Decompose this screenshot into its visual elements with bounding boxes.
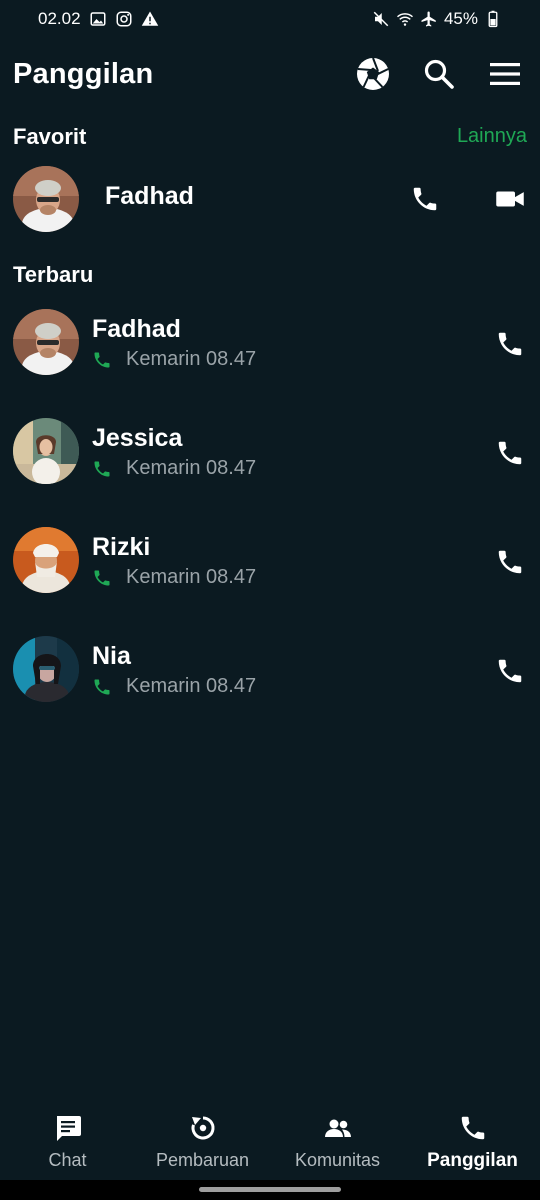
wifi-icon	[396, 10, 414, 28]
call-time: Kemarin 08.47	[126, 566, 257, 588]
communities-icon	[322, 1112, 354, 1144]
page-title: Panggilan	[13, 57, 154, 90]
menu-button[interactable]	[483, 52, 527, 96]
voice-call-button[interactable]	[403, 177, 447, 221]
phone-icon	[413, 187, 437, 211]
outgoing-call-icon	[92, 677, 112, 697]
voice-call-button[interactable]	[488, 649, 532, 693]
nav-label: Komunitas	[294, 1150, 381, 1170]
phone-icon	[498, 441, 522, 465]
phone-icon	[498, 550, 522, 574]
contact-name: Fadhad	[105, 182, 194, 210]
phone-icon	[498, 332, 522, 356]
recent-header: Terbaru	[13, 262, 94, 287]
avatar[interactable]	[13, 309, 79, 375]
call-time: Kemarin 08.47	[126, 348, 257, 370]
favorites-more-link[interactable]: Lainnya	[457, 125, 527, 148]
contact-name: Fadhad	[92, 315, 181, 343]
search-button[interactable]	[417, 52, 461, 96]
contact-name: Rizki	[92, 533, 151, 561]
mute-icon	[372, 10, 390, 28]
calls-icon	[457, 1112, 489, 1144]
nav-label: Panggilan	[427, 1150, 518, 1171]
favorite-item[interactable]: Fadhad	[0, 154, 540, 244]
voice-call-button[interactable]	[488, 540, 532, 584]
call-info: Kemarin 08.47	[92, 348, 256, 371]
chat-icon	[52, 1112, 84, 1144]
avatar[interactable]	[13, 418, 79, 484]
video-call-button[interactable]	[488, 177, 532, 221]
home-gesture-bar[interactable]	[199, 1187, 341, 1192]
search-icon	[424, 59, 454, 89]
outgoing-call-icon	[92, 350, 112, 370]
menu-icon	[490, 63, 520, 85]
avatar[interactable]	[13, 166, 79, 232]
outgoing-call-icon	[92, 568, 112, 588]
warning-notification-icon	[141, 10, 159, 28]
avatar[interactable]	[13, 636, 79, 702]
contact-name: Jessica	[92, 424, 183, 452]
call-time: Kemarin 08.47	[126, 457, 257, 479]
nav-calls[interactable]: Panggilan	[405, 1100, 540, 1184]
gallery-notification-icon	[89, 10, 107, 28]
camera-button[interactable]	[351, 52, 395, 96]
nav-chat[interactable]: Chat	[0, 1100, 135, 1184]
battery-percentage: 45%	[443, 9, 478, 28]
bottom-navigation: Chat Pembaruan Komunitas Panggilan	[0, 1100, 540, 1184]
call-info: Kemarin 08.47	[92, 675, 256, 698]
recent-call-item[interactable]: Nia Kemarin 08.47	[0, 626, 540, 716]
avatar[interactable]	[13, 527, 79, 593]
call-info: Kemarin 08.47	[92, 457, 256, 480]
updates-icon	[187, 1112, 219, 1144]
contact-name: Nia	[92, 642, 131, 670]
nav-communities[interactable]: Komunitas	[270, 1100, 405, 1184]
status-bar: 02.02 45%	[0, 0, 540, 38]
call-info: Kemarin 08.47	[92, 566, 256, 589]
airplane-mode-icon	[420, 10, 438, 28]
nav-label: Pembaruan	[155, 1150, 250, 1170]
outgoing-call-icon	[92, 459, 112, 479]
recent-call-item[interactable]: Rizki Kemarin 08.47	[0, 517, 540, 607]
nav-updates[interactable]: Pembaruan	[135, 1100, 270, 1184]
status-time: 02.02	[38, 9, 81, 28]
phone-icon	[498, 659, 522, 683]
favorites-header: Favorit	[13, 124, 87, 149]
app-bar: Panggilan	[0, 44, 540, 104]
voice-call-button[interactable]	[488, 322, 532, 366]
battery-icon	[484, 10, 502, 28]
camera-shutter-icon	[357, 57, 389, 90]
instagram-notification-icon	[115, 10, 133, 28]
calls-screen: 02.02 45% Panggilan Favorit Lainnya Fadh…	[0, 0, 540, 1200]
recent-call-item[interactable]: Jessica Kemarin 08.47	[0, 408, 540, 498]
call-time: Kemarin 08.47	[126, 675, 257, 697]
voice-call-button[interactable]	[488, 431, 532, 475]
nav-label: Chat	[48, 1150, 87, 1170]
recent-call-item[interactable]: Fadhad Kemarin 08.47	[0, 299, 540, 389]
video-camera-icon	[496, 191, 524, 207]
